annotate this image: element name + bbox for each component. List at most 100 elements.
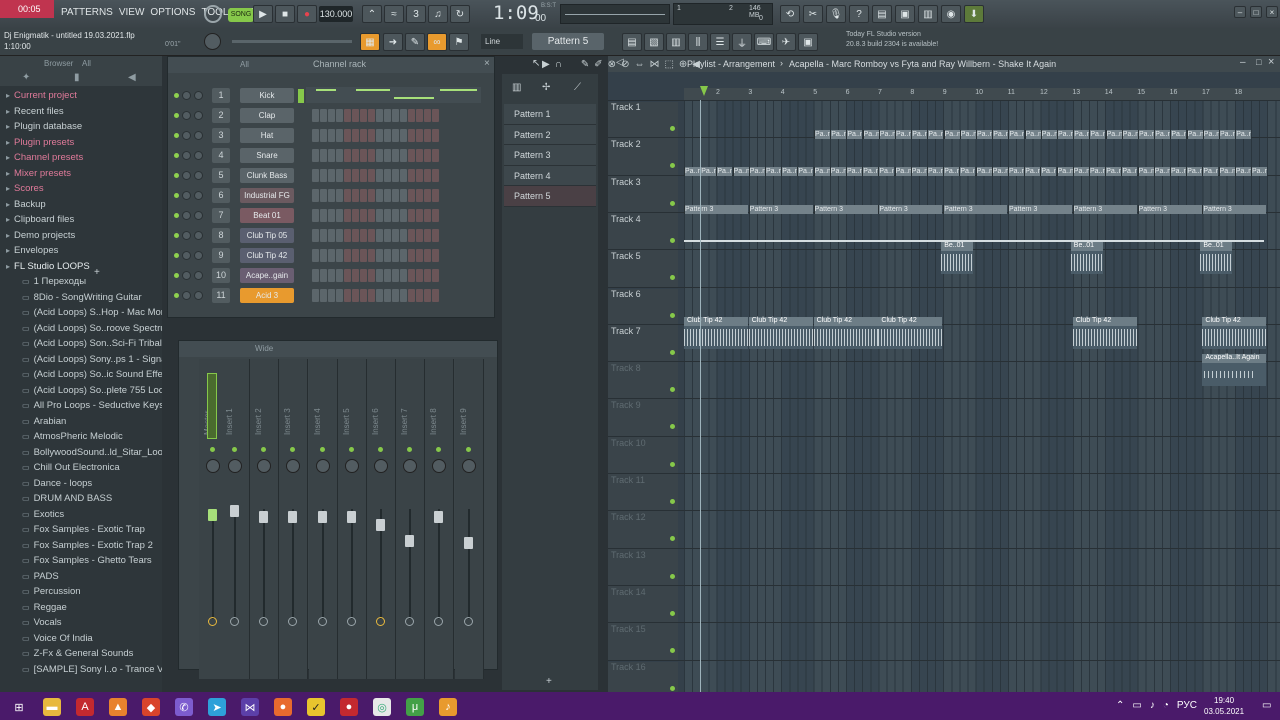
browser-item[interactable]: ▸ Clipboard files: [0, 212, 162, 228]
browser-item[interactable]: ▸ Mixer presets: [0, 166, 162, 182]
template-picker-button[interactable]: ▣: [798, 33, 818, 51]
pattern-clip[interactable]: Pa..n 2: [1234, 167, 1251, 177]
step-button[interactable]: [432, 169, 439, 182]
pattern-selector[interactable]: Pattern 5: [532, 33, 604, 50]
pattern-clip[interactable]: Pa..n 2: [765, 167, 781, 177]
step-button[interactable]: [416, 269, 423, 282]
strip-active-led[interactable]: [290, 447, 296, 452]
close-button[interactable]: ×: [1266, 6, 1278, 18]
mixer-insert-strip[interactable]: Insert 5: [337, 359, 367, 679]
channel-mute-led[interactable]: [174, 233, 179, 238]
blend-notes-button[interactable]: ♫: [428, 5, 448, 23]
mixer-insert-strip[interactable]: Insert 3: [279, 359, 309, 679]
volume-fader[interactable]: [317, 511, 327, 523]
step-button[interactable]: [312, 149, 319, 162]
browser-item[interactable]: ▭ (Acid Loops) S..Hop - Mac Money: [0, 305, 162, 321]
pattern-clip[interactable]: Pattern 3: [1137, 204, 1202, 214]
viber-icon[interactable]: ✆: [175, 698, 193, 716]
pattern-song-knob[interactable]: [204, 5, 222, 23]
channel-volume-knob[interactable]: [194, 111, 203, 120]
step-button[interactable]: [416, 129, 423, 142]
step-button[interactable]: [424, 249, 431, 262]
step-button[interactable]: [384, 209, 391, 222]
channel-mute-led[interactable]: [174, 213, 179, 218]
channel-rack-view-button[interactable]: ▥: [666, 33, 686, 51]
audio-clip[interactable]: Be..01: [941, 241, 974, 274]
step-button[interactable]: [352, 189, 359, 202]
strip-active-led[interactable]: [348, 447, 354, 452]
step-button[interactable]: [336, 229, 343, 242]
step-button[interactable]: [432, 189, 439, 202]
snap-select[interactable]: Line: [481, 34, 523, 49]
strip-pan-knob[interactable]: [461, 459, 476, 473]
track-header[interactable]: Track 1: [608, 102, 678, 140]
step-button[interactable]: [336, 249, 343, 262]
snap-magnet-button[interactable]: ▦: [360, 33, 380, 51]
save-button[interactable]: ▣: [895, 5, 915, 23]
strip-active-led[interactable]: [210, 447, 215, 452]
step-button[interactable]: [368, 209, 375, 222]
browser-item[interactable]: ▭ 8Dio - SongWriting Guitar: [0, 290, 162, 306]
track-header[interactable]: Track 10: [608, 437, 678, 475]
channel-mute-led[interactable]: [174, 253, 179, 258]
browser-item[interactable]: ▭ Fox Samples - Exotic Trap: [0, 522, 162, 538]
timeline-ruler[interactable]: 2 3 4 5 6 7 8 9 10 11 12 13 14 15 16 17 18: [684, 88, 1280, 100]
channel-pan-knob[interactable]: [182, 291, 191, 300]
step-button[interactable]: [408, 129, 415, 142]
step-button[interactable]: [336, 169, 343, 182]
audio-clip[interactable]: Be..01: [1070, 241, 1103, 274]
channel-mute-led[interactable]: [174, 293, 179, 298]
channel-name-button[interactable]: Acid 3: [240, 288, 294, 303]
pattern-clip[interactable]: Pa..n 1: [895, 130, 911, 139]
record-app-icon[interactable]: ●: [340, 698, 358, 716]
step-button[interactable]: [408, 289, 415, 302]
pattern-clip[interactable]: Pa..n 2: [781, 167, 798, 177]
step-button[interactable]: [416, 149, 423, 162]
step-button[interactable]: [432, 289, 439, 302]
volume-icon[interactable]: ♪: [1150, 700, 1155, 711]
step-button[interactable]: [344, 249, 351, 262]
pattern-clip[interactable]: Pa..n 2: [927, 167, 943, 177]
channel-volume-knob[interactable]: [194, 231, 203, 240]
step-button[interactable]: [328, 169, 335, 182]
link-button[interactable]: ∞: [427, 33, 447, 51]
channel-select-indicator[interactable]: [298, 89, 304, 103]
track-header[interactable]: Track 6: [608, 288, 678, 326]
step-button[interactable]: [400, 209, 407, 222]
step-button[interactable]: [424, 129, 431, 142]
touch-keyboard-button[interactable]: ⌨: [754, 33, 774, 51]
pattern-clip[interactable]: Pa..n 1: [846, 130, 863, 139]
track-mute-led[interactable]: [670, 163, 675, 169]
pattern-clip[interactable]: Pa..n 1: [1008, 130, 1025, 139]
mic-button[interactable]: 🎙: [826, 5, 846, 23]
track-mute-led[interactable]: [670, 424, 675, 430]
step-button[interactable]: [416, 229, 423, 242]
pattern-clip[interactable]: Pa..n 1: [1073, 130, 1090, 139]
network-icon[interactable]: ▭: [1132, 700, 1141, 711]
browser-item[interactable]: ▭ Vocals: [0, 615, 162, 631]
pattern-clip[interactable]: Pa..n 2: [910, 167, 927, 177]
step-button[interactable]: [352, 149, 359, 162]
channel-pan-knob[interactable]: [182, 191, 191, 200]
strip-active-led[interactable]: [378, 447, 383, 452]
strip-pan-knob[interactable]: [315, 459, 330, 473]
step-button[interactable]: [424, 229, 431, 242]
menu-patterns[interactable]: PATTERNS: [58, 7, 116, 18]
channel-pan-knob[interactable]: [182, 171, 191, 180]
song-position-clock[interactable]: 1:09: [493, 2, 539, 24]
step-button[interactable]: [312, 269, 319, 282]
strip-pan-knob[interactable]: [344, 459, 359, 473]
pattern-clip[interactable]: Pattern 3: [943, 204, 1008, 214]
step-button[interactable]: [400, 189, 407, 202]
channel-volume-knob[interactable]: [194, 211, 203, 220]
pattern-clip[interactable]: Pa..n 1: [1154, 130, 1171, 139]
mixer-insert-strip[interactable]: Insert 9: [454, 359, 484, 679]
strip-pan-knob[interactable]: [432, 459, 447, 473]
channel-rack-close-icon[interactable]: ×: [484, 58, 490, 69]
step-button[interactable]: [408, 249, 415, 262]
step-button[interactable]: [432, 269, 439, 282]
step-button[interactable]: [392, 249, 399, 262]
step-button[interactable]: [392, 189, 399, 202]
master-pitch-slider[interactable]: [232, 40, 352, 43]
notification-icon[interactable]: ▭: [1262, 700, 1271, 711]
